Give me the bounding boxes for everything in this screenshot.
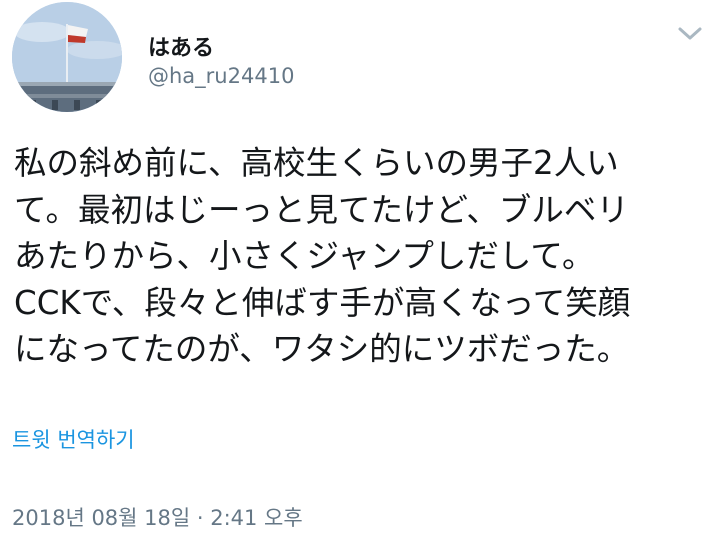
tweet-card: はある @ha_ru24410 私の斜め前に、高校生くらいの男子2人い て。最初… bbox=[0, 0, 720, 545]
tweet-timestamp[interactable]: 2018년 08월 18일 · 2:41 오후 bbox=[12, 502, 303, 532]
avatar-image bbox=[12, 2, 122, 112]
display-name[interactable]: はある bbox=[148, 30, 214, 62]
avatar[interactable] bbox=[12, 2, 122, 112]
tweet-text: 私の斜め前に、高校生くらいの男子2人い て。最初はじーっと見てたけど、ブルベリ … bbox=[14, 140, 708, 373]
user-handle[interactable]: @ha_ru24410 bbox=[148, 64, 294, 88]
translate-tweet-link[interactable]: 트윗 번역하기 bbox=[12, 424, 135, 454]
tweet-text-line: CCKで、段々と伸ばす手が高くなって笑顔 bbox=[14, 283, 631, 322]
tweet-text-line: あたりから、小さくジャンプしだして。 bbox=[14, 237, 595, 275]
tweet-text-line: て。最初はじーっと見てたけど、ブルベリ bbox=[14, 190, 629, 229]
tweet-text-line: になってたのが、ワタシ的にツボだった。 bbox=[14, 330, 630, 368]
chevron-down-icon[interactable] bbox=[676, 24, 704, 44]
tweet-text-line: 私の斜め前に、高校生くらいの男子2人い bbox=[14, 144, 619, 182]
